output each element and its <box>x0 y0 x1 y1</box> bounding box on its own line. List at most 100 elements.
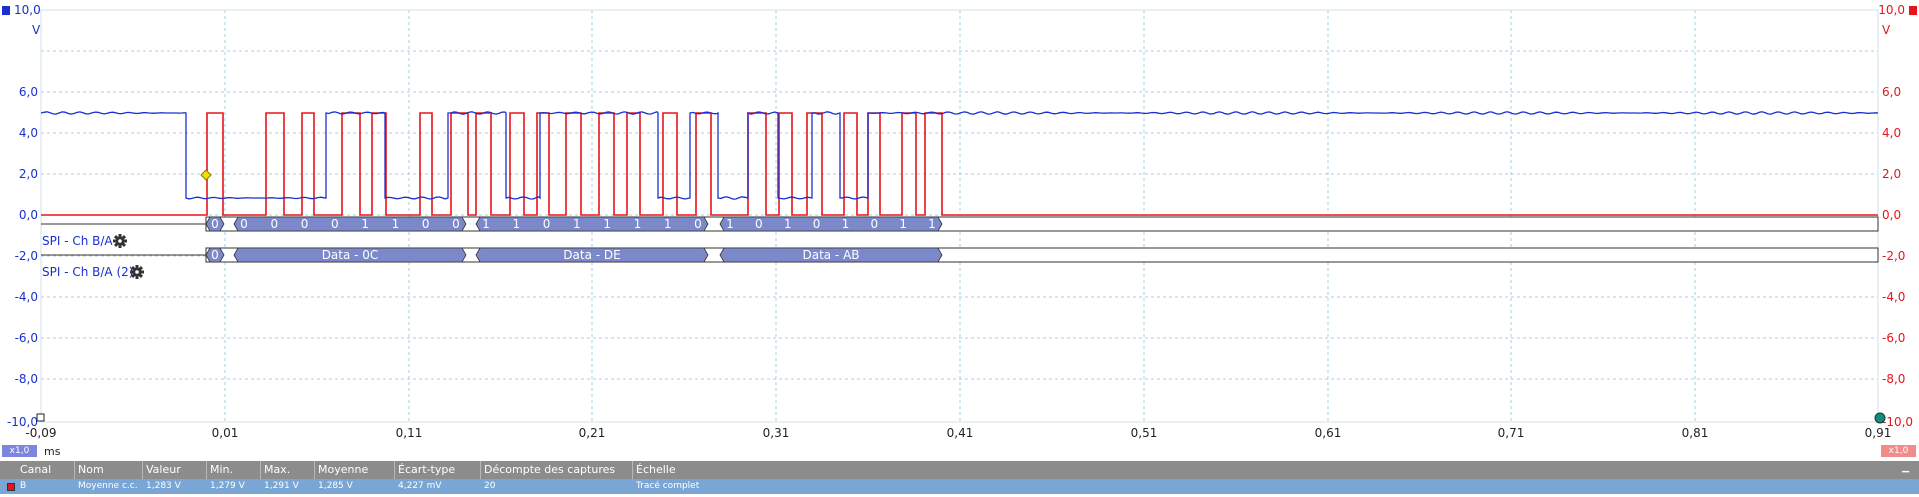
measurements-header-row: Canal Nom Valeur Min. Max. Moyenne Écart-type D… <box>0 461 1919 479</box>
right-axis-tick-label: 10,0 <box>1878 3 1905 17</box>
decode-bit: 1 <box>573 217 581 231</box>
decode-bit: 1 <box>482 217 490 231</box>
measurements-column-header[interactable]: Canal <box>20 463 51 476</box>
right-axis-tick-label: 2,0 <box>1882 167 1901 181</box>
decode-bit: 1 <box>899 217 907 231</box>
column-separator <box>480 461 481 479</box>
measurements-column-header[interactable]: Décompte des captures <box>484 463 615 476</box>
decode-bit: 0 <box>543 217 551 231</box>
decode-bit: 0 <box>331 217 339 231</box>
decoder-label: SPI - Ch B/A (2) <box>42 265 133 279</box>
left-axis-tick-label: -2,0 <box>15 249 38 263</box>
right-axis-tick-label: 0,0 <box>1882 208 1901 222</box>
measurements-column-header[interactable]: Échelle <box>636 463 676 476</box>
measurements-column-header[interactable]: Nom <box>78 463 104 476</box>
decode-bit: 1 <box>603 217 611 231</box>
decode-bit: 1 <box>361 217 369 231</box>
left-axis-tick-label: 10,0 <box>14 3 41 17</box>
gear-hole <box>118 239 122 243</box>
left-axis-tick-label: 0,0 <box>19 208 38 222</box>
measurements-table: Canal Nom Valeur Min. Max. Moyenne Écart-type D… <box>0 461 1919 497</box>
measurements-cell: B <box>20 481 27 491</box>
left-axis-tick-label: 6,0 <box>19 85 38 99</box>
measurements-row[interactable]: B Moyenne c.c. 1,283 V 1,279 V 1,291 V 1,285 … <box>0 479 1919 494</box>
zero-marker-icon <box>36 413 45 422</box>
sort-icon[interactable]: ▁ <box>1902 463 1909 473</box>
ruler-handle-icon <box>1874 412 1886 424</box>
decode-bit: 0 <box>755 217 763 231</box>
time-axis-tick-label: 0,11 <box>396 426 423 440</box>
column-separator <box>260 461 261 479</box>
right-axis-tick-label: -4,0 <box>1882 290 1905 304</box>
time-axis-tick-label: 0,31 <box>763 426 790 440</box>
time-axis-tick-label: 0,61 <box>1315 426 1342 440</box>
decode-packet <box>719 216 943 232</box>
time-axis-tick-label: 0,81 <box>1682 426 1709 440</box>
channel-b-indicator-icon <box>2 6 10 15</box>
channel-a-indicator-icon <box>1909 6 1917 15</box>
left-axis-tick-label: 4,0 <box>19 126 38 140</box>
decode-bit: 0 <box>240 217 248 231</box>
measurements-cell: 1,291 V <box>264 481 299 491</box>
decode-bit: 1 <box>512 217 520 231</box>
column-separator <box>74 461 75 479</box>
decode-bit: 0 <box>422 217 430 231</box>
decode-bit: 1 <box>726 217 734 231</box>
measurements-column-header[interactable]: Valeur <box>146 463 181 476</box>
decode-bit: 1 <box>634 217 642 231</box>
left-axis-tick-label: 2,0 <box>19 167 38 181</box>
decode-bit: 1 <box>392 217 400 231</box>
measurements-cell: 1,283 V <box>146 481 181 491</box>
decode-bit: 1 <box>784 217 792 231</box>
decode-bit: 1 <box>664 217 672 231</box>
measurements-column-header[interactable]: Max. <box>264 463 290 476</box>
right-axis-tick-label: 4,0 <box>1882 126 1901 140</box>
time-axis-tick-label: 0,41 <box>947 426 974 440</box>
decode-bit: 0 <box>211 217 219 231</box>
time-axis-tick-label: -0,09 <box>25 426 56 440</box>
decoder-label: SPI - Ch B/A <box>42 234 113 248</box>
channel-color-swatch <box>7 483 15 491</box>
gear-icon <box>113 234 127 248</box>
decode-packet <box>475 216 709 232</box>
measurements-column-header[interactable]: Écart-type <box>398 463 455 476</box>
gear-icon <box>130 265 144 279</box>
measurements-cell: Moyenne c.c. <box>78 481 138 491</box>
decode-packet-label: 0 <box>211 248 219 262</box>
decode-packet-label: Data - AB <box>802 248 859 262</box>
measurements-cell: 1,279 V <box>210 481 245 491</box>
decode-packet <box>233 216 467 232</box>
column-separator <box>314 461 315 479</box>
left-axis-tick-label: -8,0 <box>15 372 38 386</box>
time-axis-tick-label: 0,71 <box>1498 426 1525 440</box>
measurements-column-header[interactable]: Moyenne <box>318 463 368 476</box>
decode-packet-label: Data - 0C <box>322 248 379 262</box>
decode-bit: 1 <box>928 217 936 231</box>
right-axis-tick-label: 6,0 <box>1882 85 1901 99</box>
left-axis-tick-label: -4,0 <box>15 290 38 304</box>
time-axis-tick-label: 0,21 <box>579 426 606 440</box>
channel-b-zoom-tag[interactable]: x1,0 <box>2 445 37 457</box>
right-axis-tick-label: -8,0 <box>1882 372 1905 386</box>
decode-bit: 0 <box>301 217 309 231</box>
time-unit-label: ms <box>44 445 61 458</box>
measurements-column-header[interactable]: Min. <box>210 463 233 476</box>
oscilloscope-view[interactable]: SPI - Ch B/ASPI - Ch B/A (2)0 0 0 0 0 1 1 0 0 1 1 0… <box>0 0 1919 461</box>
time-axis-tick-label: 0,51 <box>1131 426 1158 440</box>
channel-a-zoom-tag[interactable]: x1,0 <box>1881 445 1916 457</box>
decode-bit: 0 <box>694 217 702 231</box>
column-separator <box>394 461 395 479</box>
decode-packet-label: Data - DE <box>563 248 620 262</box>
decode-bit: 1 <box>842 217 850 231</box>
gear-hole <box>135 270 139 274</box>
measurements-cell: 4,227 mV <box>398 481 442 491</box>
right-axis-tick-label: -6,0 <box>1882 331 1905 345</box>
decode-bit: 0 <box>813 217 821 231</box>
measurements-cell: 1,285 V <box>318 481 353 491</box>
time-axis-tick-label: 0,01 <box>212 426 239 440</box>
left-axis-unit: V <box>32 23 41 37</box>
right-axis-unit: V <box>1882 23 1891 37</box>
measurements-cell: 20 <box>484 481 496 491</box>
time-axis-tick-label: 0,91 <box>1865 426 1892 440</box>
column-separator <box>206 461 207 479</box>
